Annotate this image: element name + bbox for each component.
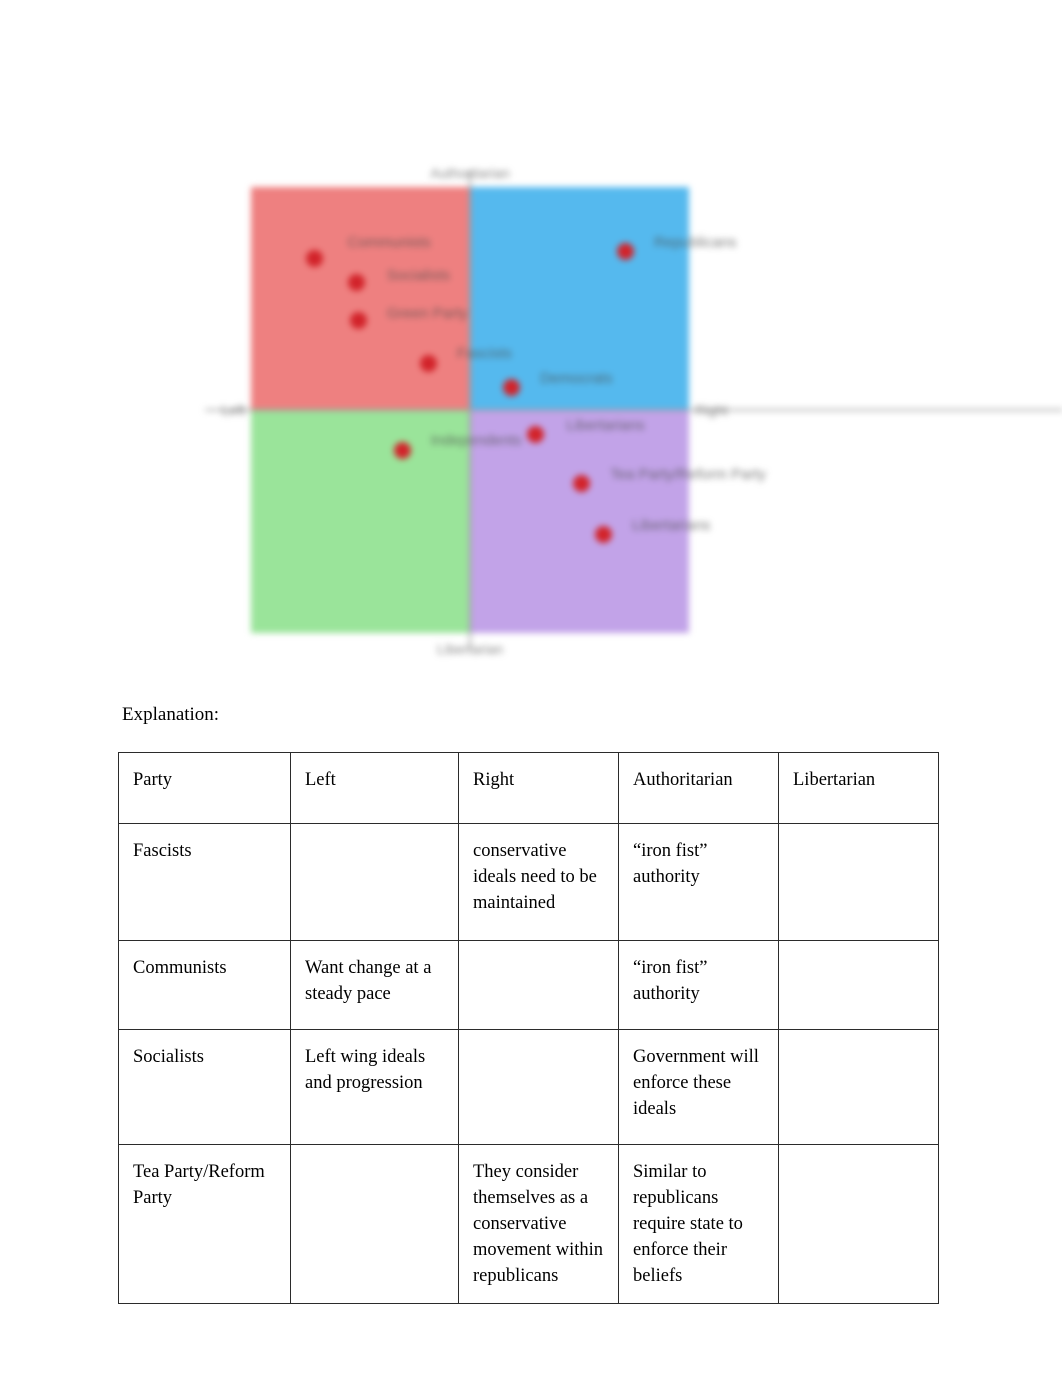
- table-cell-authoritarian: Similar to republicans require state to …: [618, 1144, 779, 1304]
- horizontal-axis-line: [205, 409, 1062, 411]
- data-point-label: Socialists: [386, 267, 451, 285]
- table-cell-text: conservative ideals need to be maintaine…: [473, 841, 597, 913]
- data-point-label: Independents: [430, 432, 522, 450]
- table-cell-text: Tea Party/Reform Party: [133, 1162, 265, 1208]
- table-header-cell: Right: [458, 752, 619, 824]
- table-cell-text: “iron fist” authority: [633, 841, 708, 887]
- table-header-text: Left: [305, 770, 336, 790]
- table-cell-authoritarian: Government will enforce these ideals: [618, 1029, 779, 1145]
- data-point-label: Fascists: [456, 345, 512, 363]
- table-cell-libertarian: [778, 940, 939, 1030]
- explanation-heading: Explanation:: [122, 704, 220, 725]
- data-point-label: Democrats: [540, 369, 613, 387]
- table-body: Party Left Right Authoritarian Libertarian Fa…: [118, 752, 939, 1304]
- axis-label-bottom: Libertarian: [436, 641, 504, 657]
- table-header-row: Party Left Right Authoritarian Libertarian: [118, 752, 939, 824]
- table-row: Socialists Left wing ideals and progressi…: [118, 1029, 939, 1145]
- table-cell-right: conservative ideals need to be maintaine…: [458, 823, 619, 941]
- data-point-label: Tea Party/Reform Party: [610, 465, 767, 483]
- table-cell-text: Similar to republicans require state to …: [633, 1162, 743, 1286]
- table-cell-text: Fascists: [133, 841, 192, 861]
- document-page: Authoritarian Libertarian Left Right Com…: [0, 0, 1062, 1376]
- table-header-text: Right: [473, 770, 515, 790]
- table-row: Tea Party/Reform Party They consider them…: [118, 1144, 939, 1304]
- table-cell-text: Communists: [133, 958, 227, 978]
- table-cell-party: Fascists: [118, 823, 291, 941]
- data-point-label: Libertarians: [632, 517, 711, 535]
- table-cell-right: They consider themselves as a conservati…: [458, 1144, 619, 1304]
- table-cell-authoritarian: “iron fist” authority: [618, 823, 779, 941]
- table-cell-text: Want change at a steady pace: [305, 958, 432, 1004]
- axis-label-right: Right: [695, 402, 728, 418]
- table-cell-party: Communists: [118, 940, 291, 1030]
- data-point: [616, 243, 634, 261]
- explanation-table-wrapper: Party Left Right Authoritarian Libertarian Fa…: [118, 752, 939, 1304]
- table-cell-libertarian: [778, 823, 939, 941]
- table-cell-right: [458, 940, 619, 1030]
- table-cell-left: [290, 823, 459, 941]
- table-cell-libertarian: [778, 1144, 939, 1304]
- data-point: [306, 249, 323, 267]
- table-cell-text: Government will enforce these ideals: [633, 1047, 759, 1119]
- table-header-text: Party: [133, 770, 173, 790]
- table-cell-text: Socialists: [133, 1047, 204, 1067]
- quadrant-authoritarian-left: [251, 187, 470, 410]
- table-cell-party: Tea Party/Reform Party: [118, 1144, 291, 1304]
- data-point: [349, 312, 367, 330]
- data-point: [347, 274, 365, 292]
- compass-plot-area: Authoritarian Libertarian Left Right Com…: [205, 165, 1062, 657]
- table-header-cell: Left: [290, 752, 459, 824]
- axis-label-top: Authoritarian: [430, 165, 510, 181]
- table-header-text: Libertarian: [793, 770, 876, 790]
- data-point-label: Communists: [347, 233, 431, 251]
- data-point-label: Republicans: [653, 233, 737, 251]
- table-cell-authoritarian: “iron fist” authority: [618, 940, 779, 1030]
- table-cell-text: “iron fist” authority: [633, 958, 708, 1004]
- data-point-label: Green Party: [386, 305, 468, 323]
- table-cell-left: Want change at a steady pace: [290, 940, 459, 1030]
- axis-label-left: Left: [221, 402, 245, 418]
- table-cell-text: They consider themselves as a conservati…: [473, 1162, 603, 1286]
- political-compass-figure: Authoritarian Libertarian Left Right Com…: [180, 150, 1062, 670]
- table-cell-party: Socialists: [118, 1029, 291, 1145]
- table-header-cell: Libertarian: [778, 752, 939, 824]
- table-cell-right: [458, 1029, 619, 1145]
- table-header-text: Authoritarian: [633, 770, 733, 790]
- data-point: [419, 354, 437, 372]
- data-point-label: Libertarians: [566, 416, 645, 434]
- party-matrix-table: Party Left Right Authoritarian Libertarian Fa…: [118, 752, 939, 1304]
- table-cell-left: [290, 1144, 459, 1304]
- table-header-cell: Authoritarian: [618, 752, 779, 824]
- table-header-cell: Party: [118, 752, 291, 824]
- table-cell-text: Left wing ideals and progression: [305, 1047, 426, 1093]
- table-row: Fascists conservative ideals need to be m…: [118, 823, 939, 941]
- table-cell-left: Left wing ideals and progression: [290, 1029, 459, 1145]
- table-row: Communists Want change at a steady pace “i…: [118, 940, 939, 1030]
- data-point: [393, 441, 411, 459]
- table-cell-libertarian: [778, 1029, 939, 1145]
